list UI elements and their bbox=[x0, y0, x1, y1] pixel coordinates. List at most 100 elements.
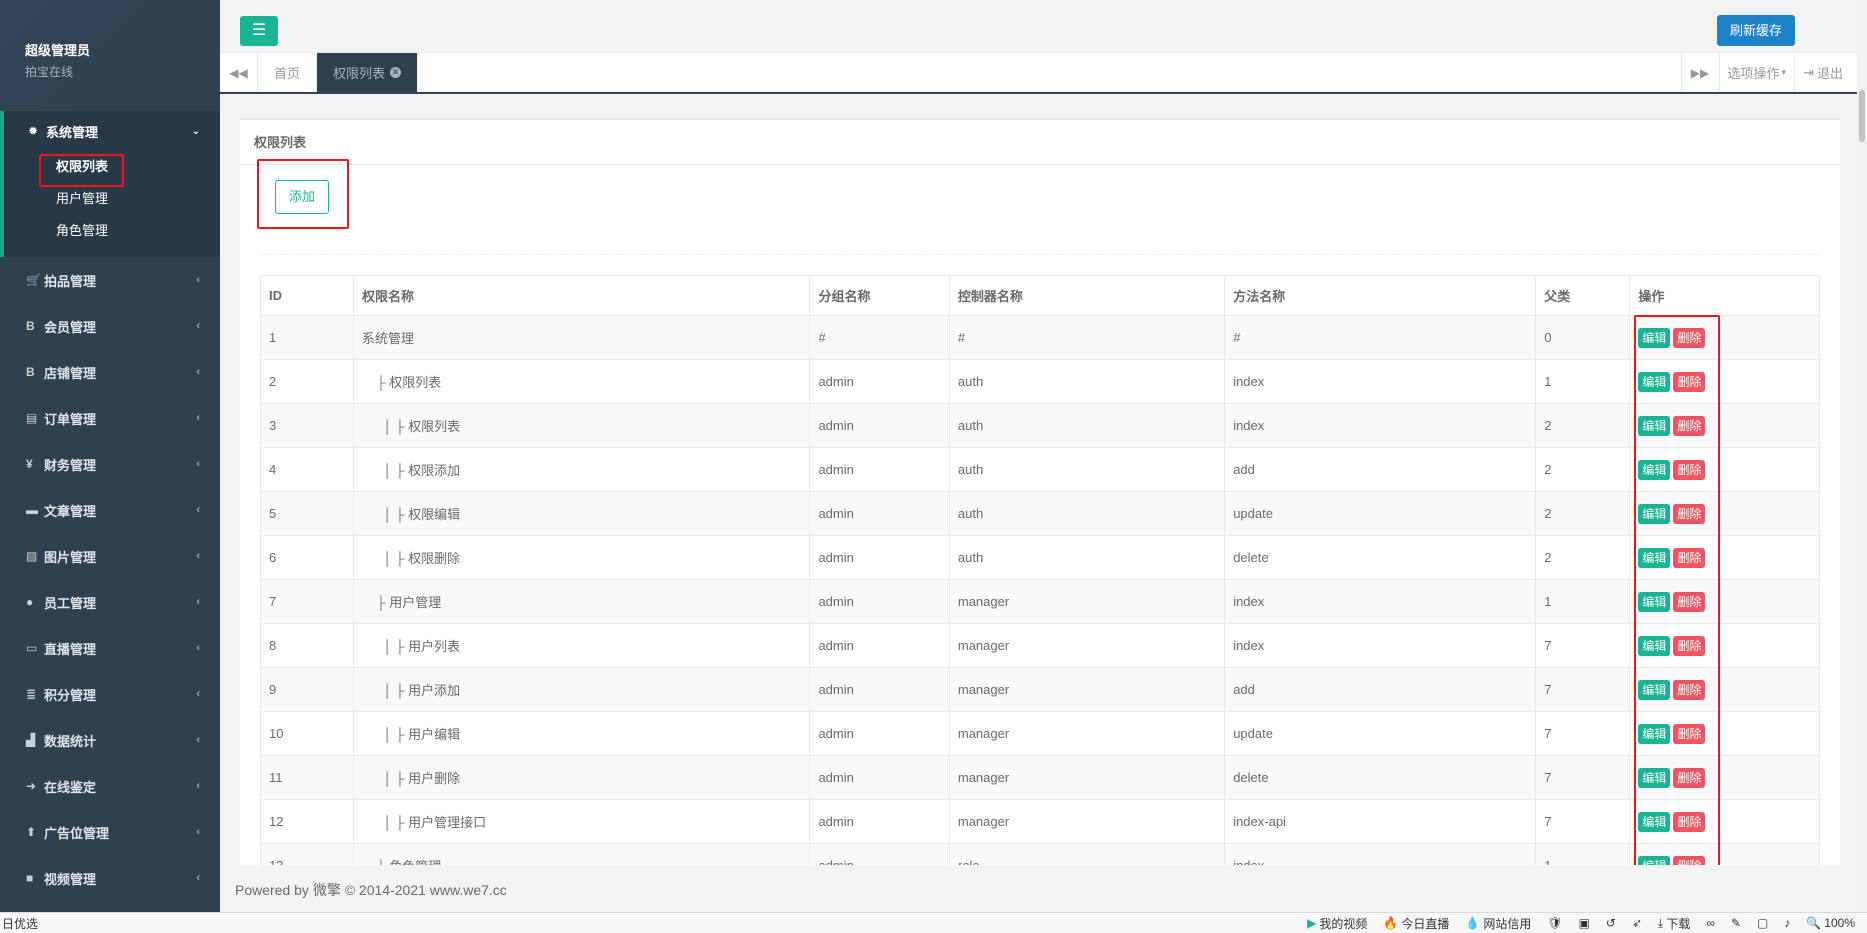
column-header: 操作 bbox=[1629, 275, 1820, 316]
double-chevron-right-icon: ▶▶ bbox=[1690, 65, 1710, 80]
delete-button[interactable]: 删除 bbox=[1673, 767, 1706, 788]
sidebar-item-label: 图片管理 bbox=[44, 549, 97, 565]
page-scrollbar[interactable] bbox=[1857, 0, 1867, 912]
delete-button[interactable]: 删除 bbox=[1673, 591, 1706, 612]
sidebar-item-6[interactable]: ▨ 图片管理 ‹ bbox=[0, 533, 220, 579]
sidebar-item-4[interactable]: ¥ 财务管理 ‹ bbox=[0, 441, 220, 487]
edit-button[interactable]: 编辑 bbox=[1638, 767, 1671, 788]
sidebar-item-2[interactable]: B 店铺管理 ‹ bbox=[0, 349, 220, 395]
table-cell: # bbox=[1224, 315, 1537, 360]
table-cell: 3 bbox=[260, 403, 354, 448]
table-cell: 2 bbox=[1535, 491, 1631, 536]
yen-icon: ¥ bbox=[26, 457, 33, 471]
statusbar-rocket[interactable]: ➶ bbox=[1632, 916, 1642, 930]
sidebar-item-system[interactable]: ✹ 系统管理 ⌄ bbox=[4, 111, 220, 151]
close-icon[interactable]: ✕ bbox=[390, 67, 402, 78]
table-cell-operations: 编辑删除 bbox=[1629, 315, 1820, 360]
sidebar-item-label: 员工管理 bbox=[44, 595, 97, 611]
table-row: 3 │ ├ 权限列表 admin auth index 2 编辑 删除 bbox=[260, 403, 1820, 448]
table-row: 6 │ ├ 权限删除 admin auth delete 2 编辑 删除 bbox=[260, 535, 1820, 580]
edit-button[interactable]: 编辑 bbox=[1638, 635, 1671, 656]
column-header: 父类 bbox=[1535, 275, 1631, 316]
sidebar-item-7[interactable]: ● 员工管理 ‹ bbox=[0, 579, 220, 625]
delete-button[interactable]: 删除 bbox=[1673, 327, 1706, 348]
delete-button[interactable]: 删除 bbox=[1673, 459, 1706, 480]
statusbar-site-credit[interactable]: 💧 网站信用 bbox=[1465, 915, 1531, 932]
delete-button[interactable]: 删除 bbox=[1673, 811, 1706, 832]
profile-name[interactable]: 超级管理员 bbox=[25, 40, 220, 59]
sidebar-subitem-permission-list[interactable]: 权限列表 bbox=[4, 151, 220, 183]
table-row: 8 │ ├ 用户列表 admin manager index 7 编辑 删除 bbox=[260, 623, 1820, 668]
topbar: ☰ 刷新缓存 bbox=[220, 0, 1867, 53]
statusbar-download[interactable]: ⤓ 下载 bbox=[1658, 915, 1690, 932]
table-cell: manager bbox=[948, 623, 1226, 668]
edit-button[interactable]: 编辑 bbox=[1638, 459, 1671, 480]
sidebar-item-12[interactable]: ⬆ 广告位管理 ‹ bbox=[0, 809, 220, 855]
edit-button[interactable]: 编辑 bbox=[1638, 547, 1671, 568]
sidebar-subitem-user-management[interactable]: 用户管理 bbox=[4, 183, 220, 215]
delete-button[interactable]: 删除 bbox=[1673, 415, 1706, 436]
column-header: ID bbox=[260, 275, 354, 316]
chevron-left-icon: ‹ bbox=[196, 366, 200, 378]
tabs-scroll-right-button[interactable]: ▶▶ bbox=[1680, 53, 1719, 92]
table-cell: auth bbox=[948, 359, 1226, 404]
edit-button[interactable]: 编辑 bbox=[1638, 415, 1671, 436]
shield-icon: 🛡 bbox=[1547, 916, 1563, 930]
sidebar-subitem-role-management[interactable]: 角色管理 bbox=[4, 215, 220, 247]
statusbar-window[interactable]: ▢ bbox=[1757, 916, 1768, 930]
tabs-scroll-left-button[interactable]: ◀◀ bbox=[220, 53, 258, 92]
delete-button[interactable]: 删除 bbox=[1673, 371, 1706, 392]
statusbar-brush[interactable]: ✎ bbox=[1731, 916, 1741, 930]
chevron-left-icon: ‹ bbox=[196, 642, 200, 654]
edit-button[interactable]: 编辑 bbox=[1638, 371, 1671, 392]
edit-button[interactable]: 编辑 bbox=[1638, 811, 1671, 832]
table-cell: update bbox=[1224, 491, 1537, 536]
edit-button[interactable]: 编辑 bbox=[1638, 591, 1671, 612]
statusbar-history[interactable]: ↺ bbox=[1606, 916, 1616, 930]
statusbar-shield[interactable]: 🛡 bbox=[1547, 916, 1562, 930]
sidebar-item-1[interactable]: B 会员管理 ‹ bbox=[0, 303, 220, 349]
delete-button[interactable]: 删除 bbox=[1673, 547, 1706, 568]
refresh-cache-button[interactable]: 刷新缓存 bbox=[1716, 15, 1795, 46]
statusbar-live-today[interactable]: 🔥 今日直播 bbox=[1383, 915, 1449, 932]
delete-button[interactable]: 删除 bbox=[1673, 635, 1706, 656]
sidebar-item-3[interactable]: ▤ 订单管理 ‹ bbox=[0, 395, 220, 441]
sidebar-item-0[interactable]: 🛒 拍品管理 ‹ bbox=[0, 257, 220, 303]
statusbar-image[interactable]: ▣ bbox=[1579, 916, 1590, 930]
edit-button[interactable]: 编辑 bbox=[1638, 327, 1671, 348]
statusbar-glasses[interactable]: ∞ bbox=[1706, 916, 1715, 930]
delete-button[interactable]: 删除 bbox=[1673, 723, 1706, 744]
delete-button[interactable]: 删除 bbox=[1673, 503, 1706, 524]
edit-button[interactable]: 编辑 bbox=[1638, 503, 1671, 524]
table-cell: 9 bbox=[260, 667, 354, 712]
divider bbox=[260, 254, 1820, 255]
table-cell: auth bbox=[948, 403, 1226, 448]
logout-button[interactable]: ⇥ 退出 bbox=[1794, 53, 1853, 92]
statusbar-volume[interactable]: ♪ bbox=[1784, 916, 1790, 930]
tab-options-dropdown[interactable]: 选项操作 ▾ bbox=[1718, 53, 1795, 92]
edit-button[interactable]: 编辑 bbox=[1638, 723, 1671, 744]
menu-toggle-button[interactable]: ☰ bbox=[240, 16, 278, 46]
delete-button[interactable]: 删除 bbox=[1673, 679, 1706, 700]
sidebar-item-10[interactable]: ▟ 数据统计 ‹ bbox=[0, 717, 220, 763]
browser-statusbar: 日优选 ▶ 我的视频 🔥 今日直播 💧 网站信用 🛡 ▣ ↺ ➶ ⤓ 下载 ∞ ✎ ▢ … bbox=[0, 912, 1867, 933]
bitcoin-icon: B bbox=[26, 365, 35, 379]
sidebar-item-11[interactable]: ➜ 在线鉴定 ‹ bbox=[0, 763, 220, 809]
chevron-left-icon: ‹ bbox=[196, 274, 200, 286]
sidebar-item-8[interactable]: ▭ 直播管理 ‹ bbox=[0, 625, 220, 671]
table-cell: │ ├ 用户添加 bbox=[352, 667, 811, 712]
table-cell: admin bbox=[809, 711, 950, 756]
edit-button[interactable]: 编辑 bbox=[1638, 679, 1671, 700]
sidebar-item-5[interactable]: ▬ 文章管理 ‹ bbox=[0, 487, 220, 533]
tabs-bar: ◀◀ 首页 权限列表 ✕ ▶▶ 选项操作 ▾ ⇥ 退出 bbox=[220, 53, 1867, 94]
statusbar-my-videos[interactable]: ▶ 我的视频 bbox=[1307, 915, 1367, 932]
sidebar-item-9[interactable]: ≣ 积分管理 ‹ bbox=[0, 671, 220, 717]
tab-permission-list[interactable]: 权限列表 ✕ bbox=[317, 53, 419, 92]
table-cell: admin bbox=[809, 579, 950, 624]
statusbar-zoom[interactable]: 🔍 100% bbox=[1806, 916, 1855, 930]
tab-home[interactable]: 首页 bbox=[258, 53, 318, 92]
scrollbar-thumb[interactable] bbox=[1859, 90, 1865, 142]
sidebar-item-13[interactable]: ■ 视频管理 ‹ bbox=[0, 855, 220, 901]
user-icon: ● bbox=[26, 595, 34, 609]
add-button[interactable]: 添加 bbox=[275, 180, 329, 214]
